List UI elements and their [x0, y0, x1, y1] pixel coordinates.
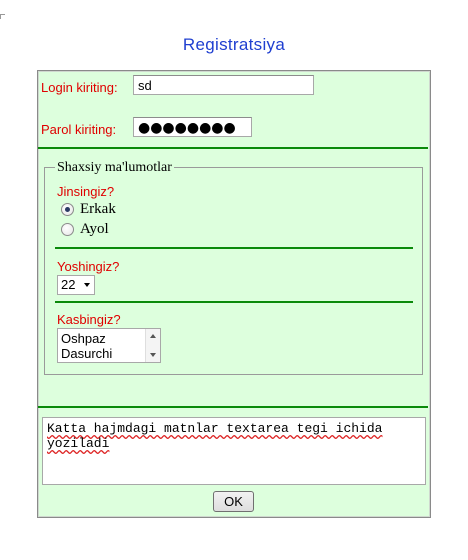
profession-option[interactable]: Oshpaz [61, 331, 106, 346]
profession-option[interactable]: Dasurchi [61, 346, 112, 361]
listbox-scrollbar[interactable] [145, 329, 160, 362]
gender-option-erkak-label: Erkak [80, 201, 116, 217]
scroll-down-icon[interactable] [150, 353, 156, 357]
gender-label: Jinsingiz? [57, 184, 115, 199]
password-label: Parol kiriting: [41, 122, 117, 137]
chevron-down-icon [84, 283, 90, 287]
divider-age [55, 301, 413, 303]
corner-mark [0, 14, 5, 19]
gender-radio-erkak[interactable] [61, 203, 74, 216]
age-label: Yoshingiz? [57, 259, 120, 274]
profession-label: Kasbingiz? [57, 312, 121, 327]
password-input[interactable]: ●●●●●●●● [133, 117, 252, 137]
age-select-value: 22 [61, 277, 76, 292]
gender-option-ayol-label: Ayol [80, 221, 109, 237]
login-label: Login kiriting: [41, 80, 118, 95]
page-title: Registratsiya [182, 35, 286, 54]
login-input[interactable]: sd [133, 75, 314, 95]
comment-textarea[interactable]: Katta hajmdagi matnlar textarea tegi ich… [42, 417, 426, 485]
divider-top [38, 147, 428, 149]
ok-button[interactable]: OK [213, 491, 254, 512]
divider-bottom [38, 406, 428, 408]
personal-info-legend: Shaxsiy ma'lumotlar [55, 160, 174, 176]
gender-radio-ayol[interactable] [61, 223, 74, 236]
scroll-up-icon[interactable] [150, 334, 156, 338]
profession-listbox[interactable]: Oshpaz Dasurchi [57, 328, 161, 363]
age-select[interactable]: 22 [57, 275, 95, 295]
divider-gender [55, 247, 413, 249]
